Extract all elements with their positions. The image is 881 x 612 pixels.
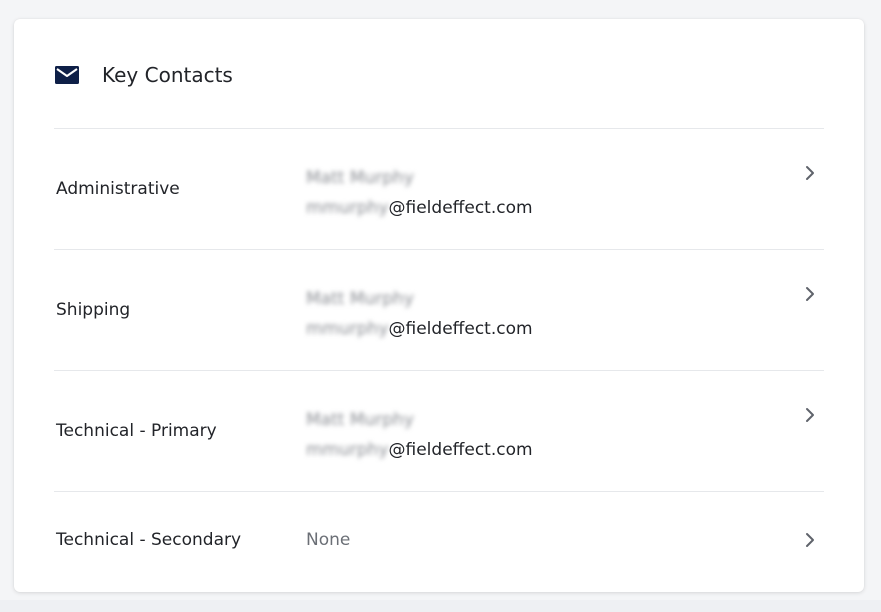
contact-row-technical-primary[interactable]: Technical - Primary Matt Murphy mmurphy@… <box>54 370 824 491</box>
contact-name: Matt Murphy <box>306 168 414 188</box>
chevron-right-icon[interactable] <box>804 407 816 423</box>
email-user: mmurphy <box>306 198 389 218</box>
email-domain: @fieldeffect.com <box>388 198 533 218</box>
contact-name: Matt Murphy <box>306 410 414 430</box>
email-domain: @fieldeffect.com <box>388 319 533 339</box>
contact-row-shipping[interactable]: Shipping Matt Murphy mmurphy@fieldeffect… <box>54 249 824 370</box>
contact-details: None <box>306 525 350 555</box>
chevron-right-icon[interactable] <box>804 532 816 548</box>
email-user: mmurphy <box>306 440 389 460</box>
contacts-list: Administrative Matt Murphy mmurphy@field… <box>54 128 824 588</box>
contact-name: Matt Murphy <box>306 289 414 309</box>
contact-row-technical-secondary[interactable]: Technical - Secondary None <box>54 491 824 588</box>
card-title: Key Contacts <box>102 63 233 87</box>
contact-role-label: Technical - Primary <box>56 421 217 441</box>
contact-details: Matt Murphy mmurphy@fieldeffect.com <box>306 284 533 344</box>
card-header: Key Contacts <box>54 57 233 93</box>
contact-none-value: None <box>306 530 351 550</box>
chevron-right-icon[interactable] <box>804 286 816 302</box>
contact-email: mmurphy@fieldeffect.com <box>306 314 533 344</box>
page-background-strip <box>0 600 881 612</box>
contact-details: Matt Murphy mmurphy@fieldeffect.com <box>306 405 533 465</box>
contact-role-label: Shipping <box>56 300 131 320</box>
chevron-right-icon[interactable] <box>804 165 816 181</box>
key-contacts-card: Key Contacts Administrative Matt Murphy … <box>14 19 864 592</box>
contact-role-label: Administrative <box>56 179 180 199</box>
contact-role-label: Technical - Secondary <box>56 530 242 550</box>
mail-icon <box>54 65 80 85</box>
contact-details: Matt Murphy mmurphy@fieldeffect.com <box>306 163 533 223</box>
contact-email: mmurphy@fieldeffect.com <box>306 193 533 223</box>
email-user: mmurphy <box>306 319 389 339</box>
contact-email: mmurphy@fieldeffect.com <box>306 435 533 465</box>
contact-row-administrative[interactable]: Administrative Matt Murphy mmurphy@field… <box>54 128 824 249</box>
email-domain: @fieldeffect.com <box>388 440 533 460</box>
